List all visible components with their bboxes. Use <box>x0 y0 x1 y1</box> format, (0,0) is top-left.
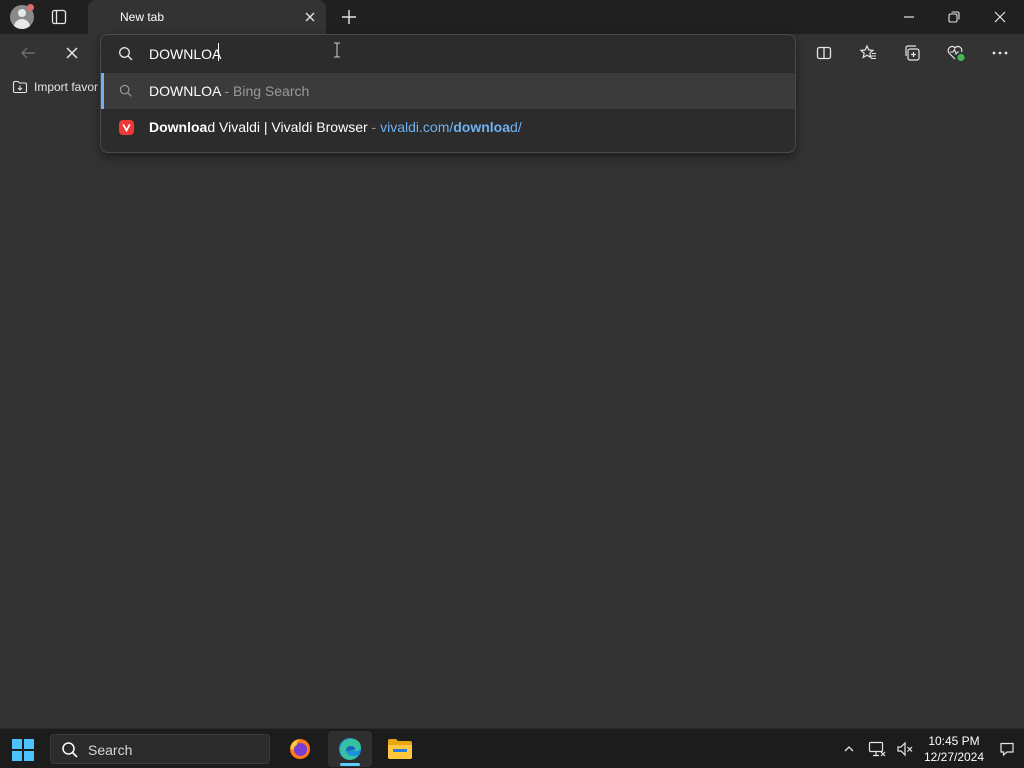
text-caret <box>218 43 219 61</box>
address-bar-dropdown: DOWNLOA - Bing Search Download Vivaldi |… <box>100 34 796 153</box>
minimize-icon[interactable] <box>900 8 918 26</box>
clock-date: 12/27/2024 <box>923 750 985 764</box>
tab-close-icon[interactable] <box>302 9 318 25</box>
clock-time: 10:45 PM <box>928 734 980 748</box>
collections-icon[interactable] <box>902 43 922 63</box>
stop-loading-icon[interactable] <box>62 43 82 63</box>
edge-icon[interactable] <box>328 731 372 767</box>
import-folder-icon <box>12 80 28 94</box>
browser-essentials-icon[interactable] <box>946 43 966 63</box>
restore-icon[interactable] <box>945 8 963 26</box>
vivaldi-icon <box>117 118 135 136</box>
tray-overflow-chevron-icon[interactable] <box>839 739 859 759</box>
tab-new-tab[interactable]: New tab <box>88 0 326 34</box>
notifications-icon[interactable] <box>997 739 1017 759</box>
favorites-icon[interactable] <box>858 43 878 63</box>
address-input[interactable] <box>149 43 769 65</box>
taskbar-search-label: Search <box>88 742 133 758</box>
more-options-icon[interactable] <box>990 43 1010 63</box>
windows-taskbar: Search 10:45 PM 12/27/2024 <box>0 728 1024 768</box>
search-icon <box>117 82 135 100</box>
suggestion-bing-search[interactable]: DOWNLOA - Bing Search <box>101 73 795 109</box>
split-screen-icon[interactable] <box>814 43 834 63</box>
window-close-icon[interactable] <box>991 8 1009 26</box>
tab-title: New tab <box>120 10 165 24</box>
taskbar-search-box[interactable]: Search <box>50 734 270 764</box>
search-icon <box>117 45 135 63</box>
search-icon <box>60 740 80 760</box>
address-bar[interactable] <box>101 35 795 73</box>
ibeam-cursor-icon <box>333 42 341 58</box>
firefox-icon[interactable] <box>278 731 322 767</box>
back-arrow-icon[interactable] <box>18 43 38 63</box>
suggestion-vivaldi-download[interactable]: Download Vivaldi | Vivaldi Browser - viv… <box>101 109 795 145</box>
suggestion-text: Download Vivaldi | Vivaldi Browser - viv… <box>149 119 522 135</box>
profile-status-dot <box>27 4 34 11</box>
taskbar-clock[interactable]: 10:45 PM 12/27/2024 <box>918 733 990 765</box>
windows-start-icon[interactable] <box>12 739 34 761</box>
network-icon[interactable] <box>867 739 887 759</box>
import-favorites-label: Import favor <box>34 80 99 94</box>
suggestion-text: DOWNLOA - Bing Search <box>149 83 310 99</box>
import-favorites-button[interactable]: Import favor <box>12 79 98 95</box>
file-explorer-icon[interactable] <box>378 731 422 767</box>
volume-muted-icon[interactable] <box>895 739 915 759</box>
tab-actions-icon[interactable] <box>50 8 68 26</box>
new-tab-plus-icon[interactable] <box>339 7 359 27</box>
